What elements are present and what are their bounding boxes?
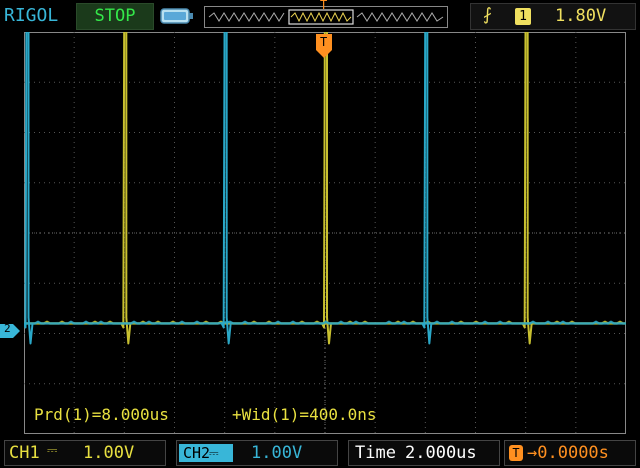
trigger-position-marker[interactable]: T bbox=[316, 34, 332, 58]
trigger-offset-icon: T bbox=[509, 445, 523, 461]
trigger-offset-settings[interactable]: T →0.0000s bbox=[504, 440, 636, 466]
brand-logo: RIGOL bbox=[4, 5, 59, 26]
footer-bar: CH1 ⎓ 1.00V CH2 ⎓ 1.00V Time 2.000us T →… bbox=[0, 436, 640, 468]
run-stop-button[interactable]: STOP bbox=[76, 3, 154, 30]
ch2-ground-marker-label: 2 bbox=[4, 322, 11, 335]
battery-icon bbox=[160, 8, 194, 28]
ch2-ground-marker[interactable]: 2 bbox=[0, 322, 20, 338]
trigger-panel[interactable]: ⨏ 1 1.80V bbox=[470, 3, 636, 30]
trigger-offset: 0.0000s bbox=[537, 443, 609, 463]
ch2-label: CH2 bbox=[183, 444, 211, 462]
dc-coupling-icon: ⎓ bbox=[209, 446, 219, 460]
ch2-scale: 1.00V bbox=[251, 443, 303, 463]
timebase-settings[interactable]: Time 2.000us bbox=[348, 440, 500, 466]
time-label: Time bbox=[355, 443, 396, 463]
period-measurement: Prd(1)=8.000us bbox=[34, 405, 169, 424]
trigger-source-badge: 1 bbox=[515, 8, 531, 25]
dc-coupling-icon: ⎓ bbox=[47, 443, 58, 458]
time-value: 2.000us bbox=[405, 443, 477, 463]
waveform-svg bbox=[24, 32, 626, 434]
trigger-offset-value: →0.0000s bbox=[527, 443, 609, 463]
trigger-slope-icon: ⨏ bbox=[483, 5, 492, 25]
ch2-active-chip: CH2 ⎓ bbox=[179, 444, 233, 462]
waveform-display bbox=[24, 32, 626, 434]
trigger-level: 1.80V bbox=[555, 6, 607, 26]
ch1-scale: 1.00V bbox=[83, 443, 135, 463]
trigger-position-marker-label: T bbox=[320, 35, 328, 49]
timeline-trigger-marker: T bbox=[320, 0, 328, 12]
width-measurement: +Wid(1)=400.0ns bbox=[232, 405, 377, 424]
ch1-label: CH1 bbox=[9, 443, 40, 463]
ch1-settings[interactable]: CH1 ⎓ 1.00V bbox=[4, 440, 166, 466]
ch2-settings[interactable]: CH2 ⎓ 1.00V bbox=[176, 440, 338, 466]
status-bar: RIGOL STOP T ⨏ 1 1.80V bbox=[0, 0, 640, 32]
